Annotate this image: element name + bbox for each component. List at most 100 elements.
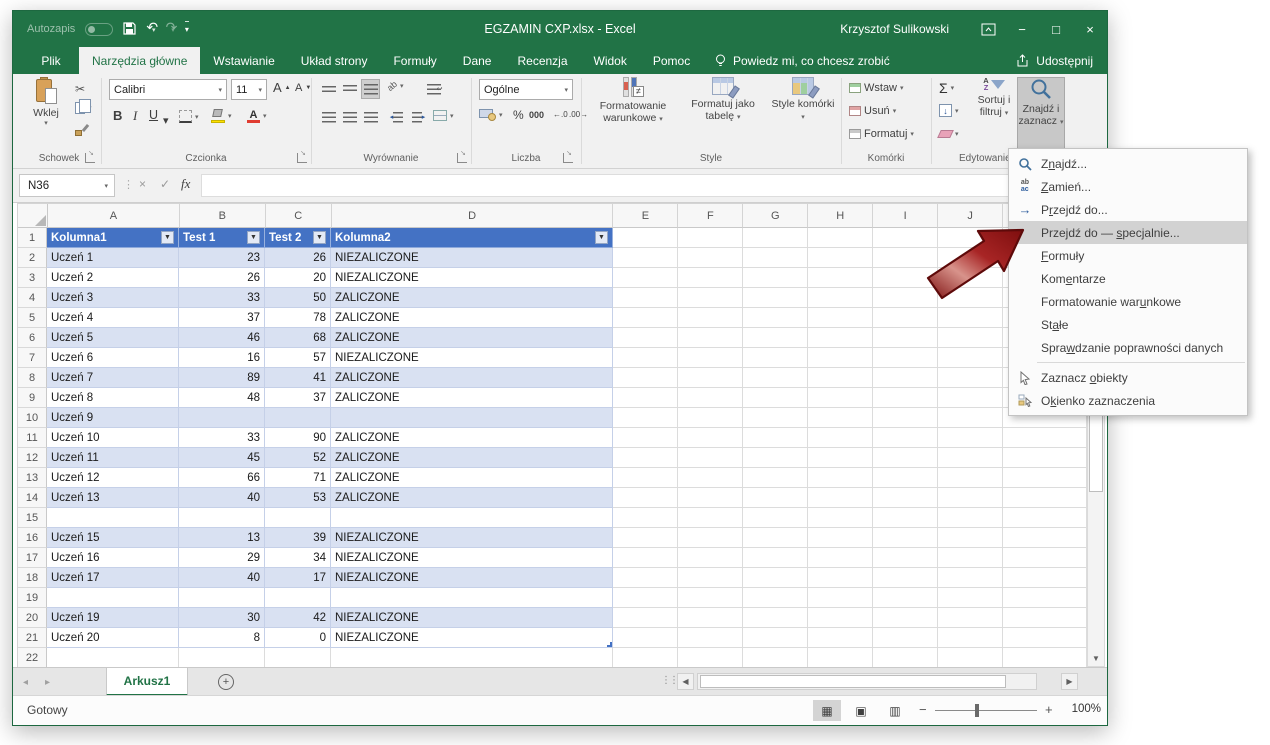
normal-view-button[interactable]: ▦ [813,700,841,721]
cell-E16[interactable] [613,528,678,548]
cell-C21[interactable]: 0 [265,628,331,648]
cell-D9[interactable]: ZALICZONE [331,388,613,408]
cell-D3[interactable]: NIEZALICZONE [331,268,613,288]
cell-J11[interactable] [938,428,1003,448]
zoom-level[interactable]: 100% [1055,703,1101,715]
cell-C20[interactable]: 42 [265,608,331,628]
cell-B4[interactable]: 33 [179,288,265,308]
cell-A6[interactable]: Uczeń 5 [47,328,179,348]
cell-A12[interactable]: Uczeń 11 [47,448,179,468]
cell-A21[interactable]: Uczeń 20 [47,628,179,648]
cell-D17[interactable]: NIEZALICZONE [331,548,613,568]
cell-H6[interactable] [808,328,873,348]
cell-C11[interactable]: 90 [265,428,331,448]
cell-B2[interactable]: 23 [179,248,265,268]
cell-C17[interactable]: 34 [265,548,331,568]
cell-H11[interactable] [808,428,873,448]
row-header-16[interactable]: 16 [18,528,47,548]
tab-file[interactable]: Plik [25,47,77,74]
cell-C18[interactable]: 17 [265,568,331,588]
cell-E7[interactable] [613,348,678,368]
cell-H9[interactable] [808,388,873,408]
cell-E2[interactable] [613,248,678,268]
cell-G22[interactable] [743,648,808,668]
menu-item-zamień[interactable]: abacZamień... [1009,175,1247,198]
cell-D10[interactable] [331,408,613,428]
cell-styles-button[interactable]: Style komórki ▾ [769,77,837,151]
tell-me-box[interactable]: Powiedz mi, co chcesz zrobić [715,47,890,74]
row-header-22[interactable]: 22 [18,648,47,668]
zoom-slider-track[interactable] [935,710,1037,711]
orientation-button[interactable]: ab▾ [387,81,404,91]
cell-F14[interactable] [678,488,743,508]
row-header-2[interactable]: 2 [18,248,47,268]
cell-I12[interactable] [873,448,938,468]
cell-A7[interactable]: Uczeń 6 [47,348,179,368]
name-box[interactable]: N36▾ [19,174,115,197]
grow-font-button[interactable]: A▲ [273,80,291,95]
clear-button[interactable]: ▾ [939,130,959,138]
cell-C7[interactable]: 57 [265,348,331,368]
italic-button[interactable]: I [133,108,137,124]
filter-dropdown-icon[interactable]: ▼ [161,231,174,244]
cell-A5[interactable]: Uczeń 4 [47,308,179,328]
row-header-15[interactable]: 15 [18,508,47,528]
cell-J9[interactable] [938,388,1003,408]
cell-A16[interactable]: Uczeń 15 [47,528,179,548]
cell-B20[interactable]: 30 [179,608,265,628]
number-dialog-launcher[interactable] [563,153,573,163]
cell-I8[interactable] [873,368,938,388]
font-color-button[interactable]: A▾ [247,109,267,123]
cell-E8[interactable] [613,368,678,388]
cell-G19[interactable] [743,588,808,608]
cell-A20[interactable]: Uczeń 19 [47,608,179,628]
row-header-8[interactable]: 8 [18,368,47,388]
cell-I9[interactable] [873,388,938,408]
cell-E18[interactable] [613,568,678,588]
cell-B9[interactable]: 48 [179,388,265,408]
menu-item-stałe[interactable]: Stałe [1009,313,1247,336]
cell-G3[interactable] [743,268,808,288]
cell-E15[interactable] [613,508,678,528]
cell-K22[interactable] [1003,648,1087,668]
cell-K14[interactable] [1003,488,1087,508]
menu-item-zaznacz-obiekty[interactable]: Zaznacz obiekty [1009,366,1247,389]
cell-K15[interactable] [1003,508,1087,528]
align-middle-button[interactable] [340,79,359,99]
cell-E3[interactable] [613,268,678,288]
cell-D18[interactable]: NIEZALICZONE [331,568,613,588]
cell-F16[interactable] [678,528,743,548]
tab-scrollbar-splitter[interactable]: ⋮⋮ [661,675,677,686]
minimize-button[interactable]: − [1005,11,1039,47]
cell-F19[interactable] [678,588,743,608]
align-left-button[interactable] [319,107,338,127]
menu-item-sprawdzanie-poprawności-danych[interactable]: Sprawdzanie poprawności danych [1009,336,1247,359]
table-resize-handle[interactable] [607,642,612,647]
cell-C6[interactable]: 68 [265,328,331,348]
cell-C9[interactable]: 37 [265,388,331,408]
cell-C4[interactable]: 50 [265,288,331,308]
cell-E21[interactable] [613,628,678,648]
cell-H21[interactable] [808,628,873,648]
column-header-F[interactable]: F [678,204,743,228]
row-header-4[interactable]: 4 [18,288,47,308]
cell-J14[interactable] [938,488,1003,508]
column-header-G[interactable]: G [743,204,808,228]
cell-E1[interactable] [613,228,678,248]
cell-H14[interactable] [808,488,873,508]
cell-D21[interactable]: NIEZALICZONE [331,628,613,648]
cell-E13[interactable] [613,468,678,488]
cell-C15[interactable] [265,508,331,528]
cell-J20[interactable] [938,608,1003,628]
cell-F22[interactable] [678,648,743,668]
tab-wstawianie[interactable]: Wstawianie [200,47,287,74]
tab-narz-dzia-g-wne[interactable]: Narzędzia główne [79,47,200,74]
cell-C10[interactable] [265,408,331,428]
new-sheet-button[interactable]: + [218,674,234,690]
shrink-font-button[interactable]: A▼ [295,82,311,94]
share-button[interactable]: Udostępnij [1016,47,1093,74]
cell-A15[interactable] [47,508,179,528]
cell-F1[interactable] [678,228,743,248]
cell-H13[interactable] [808,468,873,488]
cell-E5[interactable] [613,308,678,328]
